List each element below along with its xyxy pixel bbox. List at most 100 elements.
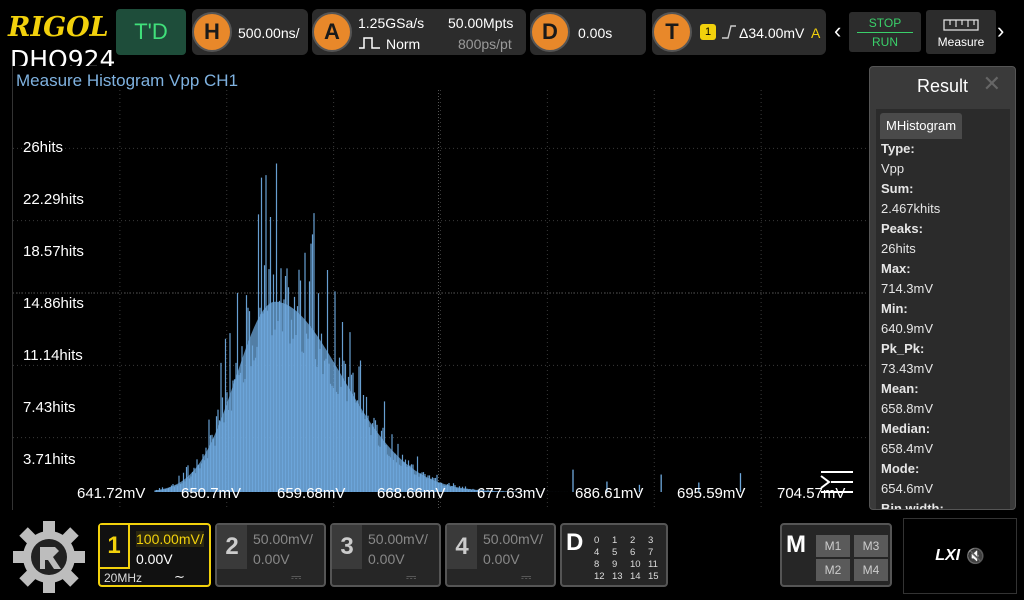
result-value: 2.467khits <box>881 201 941 216</box>
time-per-point: 800ps/pt <box>458 36 512 52</box>
digital-channel-4: 4 <box>594 547 600 558</box>
channel-3-panel[interactable]: 3 50.00mV/ 0.00V ⎓ <box>330 523 441 587</box>
channel-1-offset: 0.00V <box>136 551 173 567</box>
channel-1-panel[interactable]: 1 100.00mV/ 0.00V 20MHz ∼ <box>98 523 211 587</box>
math-panel[interactable]: M M1 M3 M2 M4 <box>780 523 892 587</box>
channel-4-panel[interactable]: 4 50.00mV/ 0.00V ⎓ <box>445 523 556 587</box>
delay-badge: D <box>530 12 570 52</box>
digital-channel-12: 12 <box>594 571 605 582</box>
acquire-badge: A <box>312 12 352 52</box>
digital-channel-6: 6 <box>630 547 636 558</box>
x-axis-label: 695.59mV <box>677 485 745 502</box>
result-key: Median: <box>881 421 931 436</box>
y-axis-label: 3.71hits <box>23 451 76 468</box>
channel-2-scale: 50.00mV/ <box>253 531 313 547</box>
channel-3-number: 3 <box>332 525 362 569</box>
trigger-source-badge: 1 <box>700 24 716 40</box>
sound-muted-icon[interactable]: 🔇 <box>966 547 985 565</box>
result-list: Type: Vpp Sum: 2.467khits Peaks: 26hits Max: 71… <box>881 139 1005 509</box>
x-axis-label: 677.63mV <box>477 485 545 502</box>
top-bar: RIGOL DHO924 T'D H 500.00ns/ A 1.25GSa/s… <box>0 0 1024 73</box>
math-button-m2[interactable]: M2 <box>816 559 850 581</box>
math-button-m1[interactable]: M1 <box>816 535 850 557</box>
timebase-value: 500.00ns/ <box>238 25 300 41</box>
acquire-pulse-icon <box>359 37 380 49</box>
y-axis-label: 7.43hits <box>23 399 76 416</box>
histogram-bars <box>154 163 573 492</box>
y-axis-label: 14.86hits <box>23 295 84 312</box>
trigger-level: Δ34.00mV <box>739 25 805 41</box>
y-axis-label: 18.57hits <box>23 243 84 260</box>
stop-run-button[interactable]: STOP RUN <box>849 12 921 52</box>
trigger-sweep: A <box>811 25 821 41</box>
digital-channel-1: 1 <box>612 535 618 546</box>
y-axis-label: 11.14hits <box>23 347 83 364</box>
lxi-icon: LXI <box>935 547 961 564</box>
result-key: Peaks: <box>881 221 923 236</box>
channel-1-bandwidth: 20MHz <box>104 571 143 585</box>
result-key: Sum: <box>881 181 914 196</box>
digital-channels-panel[interactable]: D 0 1 2 3 4 5 6 7 8 9 10 11 12 13 14 15 <box>560 523 668 587</box>
math-button-m4[interactable]: M4 <box>854 559 888 581</box>
channel-1-scale: 100.00mV/ <box>136 531 204 547</box>
result-value: 640.9mV <box>881 321 934 336</box>
channel-3-scale: 50.00mV/ <box>368 531 428 547</box>
close-icon[interactable]: ✕ <box>983 71 1001 97</box>
x-axis-label: 668.66mV <box>377 485 445 502</box>
math-button-m3[interactable]: M3 <box>854 535 888 557</box>
result-key: Type: <box>881 141 915 156</box>
result-value: 658.8mV <box>881 401 934 416</box>
channel-2-panel[interactable]: 2 50.00mV/ 0.00V ⎓ <box>215 523 326 587</box>
acquire-mode: Norm <box>386 36 421 52</box>
delay-value: 0.00s <box>578 25 613 41</box>
digital-channel-9: 9 <box>612 559 618 570</box>
gear-icon[interactable] <box>9 517 89 597</box>
histogram-plot: 26hits 22.29hits 18.57hits 14.86hits 11.14hi… <box>13 90 868 510</box>
result-value: Vpp <box>881 161 905 176</box>
digital-channel-3: 3 <box>648 535 654 546</box>
y-axis-label: 22.29hits <box>23 191 84 208</box>
scroll-right-icon[interactable]: › <box>997 18 1004 44</box>
run-label: RUN <box>857 32 913 49</box>
ruler-icon <box>943 19 979 31</box>
status-panel[interactable]: LXI 🔇 <box>903 518 1017 594</box>
result-value: 658.4mV <box>881 441 934 456</box>
result-value: 654.6mV <box>881 481 934 496</box>
digital-channel-5: 5 <box>612 547 618 558</box>
result-body: MHistogram Type: Vpp Sum: 2.467khits Peaks: 2… <box>876 109 1010 509</box>
channel-1-coupling-icon: ∼ <box>174 569 185 584</box>
channel-4-scale: 50.00mV/ <box>483 531 543 547</box>
scroll-left-icon[interactable]: ‹ <box>834 18 841 44</box>
digital-channel-14: 14 <box>630 571 641 582</box>
digital-channel-11: 11 <box>648 559 658 570</box>
measure-label: Measure <box>937 35 985 49</box>
digital-channel-13: 13 <box>612 571 623 582</box>
channel-2-coupling-icon: ⎓ <box>291 569 302 584</box>
trigger-badge: T <box>652 12 692 52</box>
result-key: Max: <box>881 261 911 276</box>
digital-channel-7: 7 <box>648 547 654 558</box>
x-axis-label: 704.57mV <box>777 485 845 502</box>
measure-button[interactable]: Measure <box>926 10 996 54</box>
channel-2-number: 2 <box>217 525 247 569</box>
digital-channel-8: 8 <box>594 559 600 570</box>
trigger-status-badge[interactable]: T'D <box>116 9 186 55</box>
trigger-edge-icon <box>722 25 736 39</box>
waveform-area[interactable]: 26hits 22.29hits 18.57hits 14.86hits 11.14hi… <box>12 66 868 510</box>
channel-4-offset: 0.00V <box>483 551 520 567</box>
channel-3-coupling-icon: ⎓ <box>406 569 417 584</box>
channel-3-offset: 0.00V <box>368 551 405 567</box>
digital-channel-10: 10 <box>630 559 641 570</box>
brand-logo: RIGOL <box>8 12 109 43</box>
digital-channel-0: 0 <box>594 535 600 546</box>
result-panel: Result ✕ MHistogram Type: Vpp Sum: 2.467khi… <box>869 66 1016 510</box>
digital-channel-grid: 0 1 2 3 4 5 6 7 8 9 10 11 12 13 14 15 <box>594 535 666 582</box>
stop-label: STOP <box>868 16 902 30</box>
sample-rate: 1.25GSa/s <box>358 15 425 31</box>
digital-channel-15: 15 <box>648 571 659 582</box>
horizontal-badge: H <box>192 12 232 52</box>
scope-title: Measure Histogram Vpp CH1 <box>16 71 239 90</box>
channel-4-number: 4 <box>447 525 477 569</box>
result-tab-mhistogram[interactable]: MHistogram <box>880 113 963 139</box>
result-key: Mode: <box>881 461 920 476</box>
